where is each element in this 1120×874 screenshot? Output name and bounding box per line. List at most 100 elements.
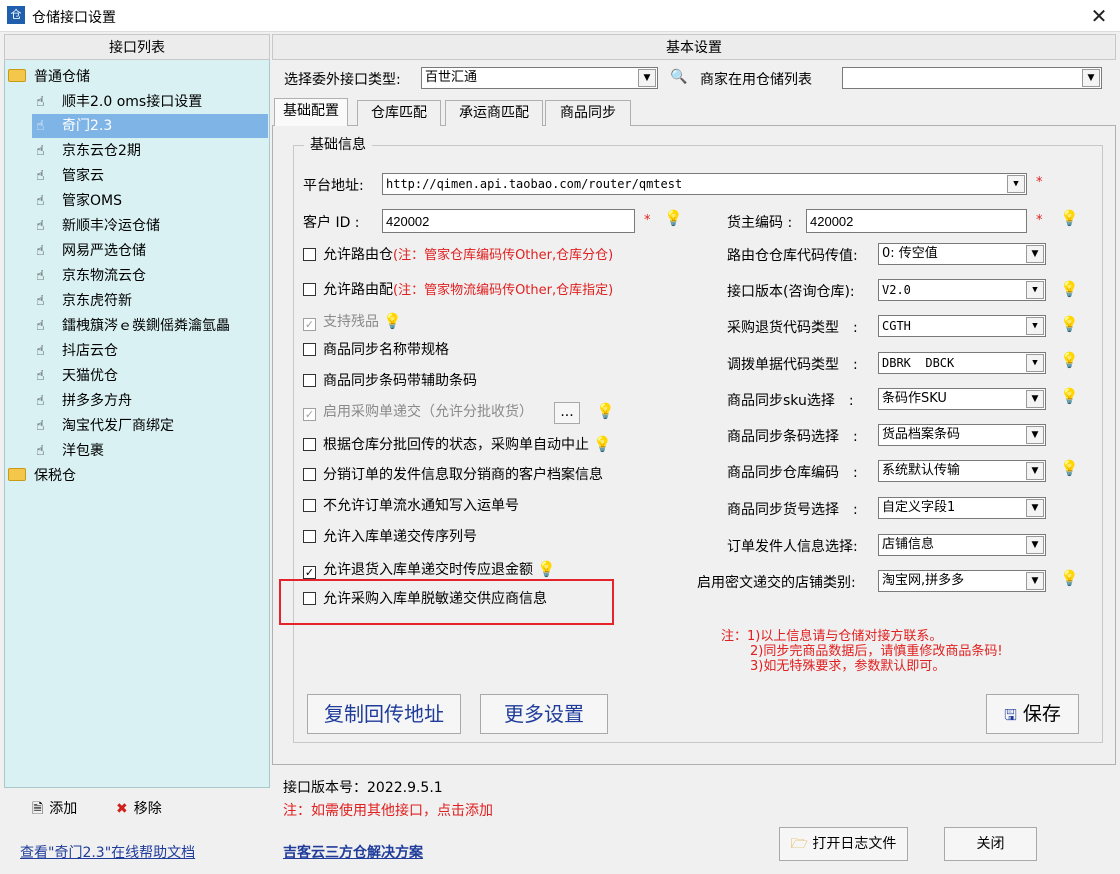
copy-callback-url-button[interactable]: 复制回传地址 — [307, 694, 461, 734]
list-item[interactable]: ☝ 拼多多方舟 — [36, 389, 132, 413]
transfer-code-label: 调拨单据代码类型 : — [727, 357, 858, 373]
lightbulb-icon[interactable]: 💡 — [593, 433, 612, 455]
barcode-select-label: 商品同步条码选择 : — [727, 429, 858, 445]
lightbulb-icon[interactable]: 💡 — [1060, 387, 1079, 405]
hand-icon: ☝ — [36, 393, 45, 409]
document-icon: 🗎 — [32, 801, 44, 817]
allow-route-warehouse-checkbox[interactable]: 允许路由仓(注：管家仓库编码传Other,仓库分仓) — [303, 244, 613, 266]
close-button[interactable]: 关闭 — [944, 827, 1037, 861]
chevron-down-icon: ▼ — [1026, 499, 1044, 517]
list-item[interactable]: ☝ 管家OMS — [36, 189, 122, 213]
purchase-return-code-select[interactable]: CGTH ▼ — [878, 315, 1046, 337]
item-number-select[interactable]: 自定义字段1 ▼ — [878, 497, 1046, 519]
route-warehouse-code-select[interactable]: 0: 传空值 ▼ — [878, 243, 1046, 265]
basic-info-title: 基础信息 — [304, 134, 372, 154]
search-icon[interactable]: 🔍 — [670, 69, 687, 85]
chevron-down-icon: ▼ — [1026, 426, 1044, 444]
lightbulb-icon[interactable]: 💡 — [1060, 280, 1079, 298]
hand-icon: ☝ — [36, 243, 45, 259]
chevron-down-icon: ▼ — [1082, 69, 1100, 87]
customer-id-input[interactable] — [382, 209, 635, 233]
list-item[interactable]: ☝ 洋包裹 — [36, 439, 104, 463]
transfer-code-select[interactable]: DBRK DBCK ▼ — [878, 352, 1046, 374]
lightbulb-icon[interactable]: 💡 — [1060, 569, 1079, 587]
solution-link[interactable]: 吉客云三方仓解决方案 — [283, 842, 423, 862]
remove-button[interactable]: ✖ 移除 — [116, 798, 162, 818]
order-sender-label: 订单发件人信息选择: — [727, 539, 858, 555]
required-mark: * — [644, 213, 651, 228]
add-interface-hint: 注：如需使用其他接口，点击添加 — [283, 803, 493, 819]
lightbulb-icon[interactable]: 💡 — [664, 209, 683, 227]
more-settings-button[interactable]: 更多设置 — [480, 694, 608, 734]
order-sender-select[interactable]: 店铺信息 ▼ — [878, 534, 1046, 556]
list-item[interactable]: ☝ 抖店云仓 — [36, 339, 118, 363]
list-item[interactable]: ☝ 京东云仓2期 — [36, 139, 141, 163]
sync-name-with-spec-checkbox[interactable]: 商品同步名称带规格 — [303, 339, 449, 361]
ellipsis-button[interactable]: ... — [554, 402, 580, 424]
list-item[interactable]: ☝ 新顺丰冷运仓储 — [36, 214, 160, 238]
disallow-waybill-write-checkbox[interactable]: 不允许订单流水通知写入运单号 — [303, 495, 519, 517]
lightbulb-icon[interactable]: 💡 — [1060, 459, 1079, 477]
hand-icon: ☝ — [36, 193, 45, 209]
lightbulb-icon[interactable]: 💡 — [537, 558, 556, 580]
folder-normal-storage[interactable]: 普通仓储 — [8, 66, 90, 88]
enable-purchase-submit-checkbox: 启用采购单递交（允许分批收货） — [303, 401, 533, 423]
encrypted-shop-type-select[interactable]: 淘宝网,拼多多 ▼ — [878, 570, 1046, 592]
platform-label: 平台地址: — [303, 178, 364, 194]
auto-stop-purchase-checkbox[interactable]: 根据仓库分批回传的状态，采购单自动中止 💡 — [303, 433, 612, 455]
interface-type-label: 选择委外接口类型: — [284, 72, 401, 88]
owner-code-input[interactable] — [806, 209, 1027, 233]
tab-product-sync[interactable]: 商品同步 — [545, 100, 631, 126]
add-button[interactable]: 🗎 添加 — [32, 798, 77, 822]
allow-route-delivery-checkbox[interactable]: 允许路由配(注：管家物流编码传Other,仓库指定) — [303, 279, 613, 301]
allow-refund-amount-checkbox[interactable]: 允许退货入库单递交时传应退金额💡 — [303, 558, 556, 580]
chevron-down-icon: ▼ — [1026, 245, 1044, 263]
api-version-select[interactable]: V2.0 ▼ — [878, 279, 1046, 301]
warehouse-code-sync-select[interactable]: 系统默认传输 ▼ — [878, 460, 1046, 482]
title-bar — [0, 0, 1120, 32]
chevron-down-icon: ▼ — [1026, 536, 1044, 554]
merchant-warehouse-select[interactable]: ▼ — [842, 67, 1102, 89]
list-item[interactable]: ☝ 网易严选仓储 — [36, 239, 146, 263]
red-x-icon: ✖ — [116, 801, 128, 817]
lightbulb-icon[interactable]: 💡 — [1060, 351, 1079, 369]
interface-type-select[interactable]: 百世汇通 ▼ — [421, 67, 658, 89]
chevron-down-icon: ▼ — [1026, 281, 1044, 299]
list-item-selected[interactable]: ☝ 奇门2.3 — [32, 114, 268, 138]
save-button[interactable]: 🖫 保存 — [986, 694, 1079, 734]
barcode-select[interactable]: 货品档案条码 ▼ — [878, 424, 1046, 446]
close-icon[interactable]: ✕ — [1084, 2, 1114, 30]
folder-icon — [8, 69, 26, 82]
tab-basic-config[interactable]: 基础配置 — [274, 98, 348, 126]
list-item[interactable]: ☝ 管家云 — [36, 164, 104, 188]
sync-barcode-aux-checkbox[interactable]: 商品同步条码带辅助条码 — [303, 370, 477, 392]
hand-icon: ☝ — [36, 368, 45, 384]
hand-icon: ☝ — [36, 168, 45, 184]
route-warehouse-code-label: 路由仓仓库代码传值: — [727, 248, 858, 264]
api-version-label: 接口版本(咨询仓库): — [727, 284, 855, 300]
open-log-file-button[interactable]: 🗁 打开日志文件 — [779, 827, 908, 861]
sku-select[interactable]: 条码作SKU ▼ — [878, 388, 1046, 410]
folder-bonded-warehouse[interactable]: 保税仓 — [8, 465, 76, 487]
list-item[interactable]: ☝ 顺丰2.0 oms接口设置 — [36, 90, 202, 114]
chevron-down-icon: ▼ — [1026, 317, 1044, 335]
distributor-sender-info-checkbox[interactable]: 分销订单的发件信息取分销商的客户档案信息 — [303, 464, 603, 486]
list-item[interactable]: ☝ 天猫优仓 — [36, 364, 118, 388]
folder-open-icon: 🗁 — [790, 836, 808, 852]
platform-url-select[interactable]: http://qimen.api.taobao.com/router/qmtes… — [382, 173, 1027, 195]
hand-icon: ☝ — [36, 318, 45, 334]
required-mark: * — [1036, 175, 1043, 190]
lightbulb-icon[interactable]: 💡 — [1060, 209, 1079, 227]
lightbulb-icon[interactable]: 💡 — [596, 402, 615, 420]
lightbulb-icon[interactable]: 💡 — [383, 310, 402, 332]
list-item[interactable]: ☝ 京东物流云仓 — [36, 264, 146, 288]
lightbulb-icon[interactable]: 💡 — [1060, 315, 1079, 333]
allow-serial-number-checkbox[interactable]: 允许入库单递交传序列号 — [303, 526, 477, 548]
list-item[interactable]: ☝ 京东虎符新 — [36, 289, 132, 313]
tab-carrier-match[interactable]: 承运商匹配 — [445, 100, 543, 126]
list-item[interactable]: ☝ 淘宝代发厂商绑定 — [36, 414, 174, 438]
help-doc-link[interactable]: 查看"奇门2.3"在线帮助文档 — [20, 842, 195, 862]
tab-warehouse-match[interactable]: 仓库匹配 — [357, 100, 441, 126]
list-item[interactable]: ☝ 鐳栧簱涔ｅ彂鍘傜粦瀹氫畾 — [36, 314, 230, 338]
sku-select-label: 商品同步sku选择 : — [727, 393, 854, 409]
